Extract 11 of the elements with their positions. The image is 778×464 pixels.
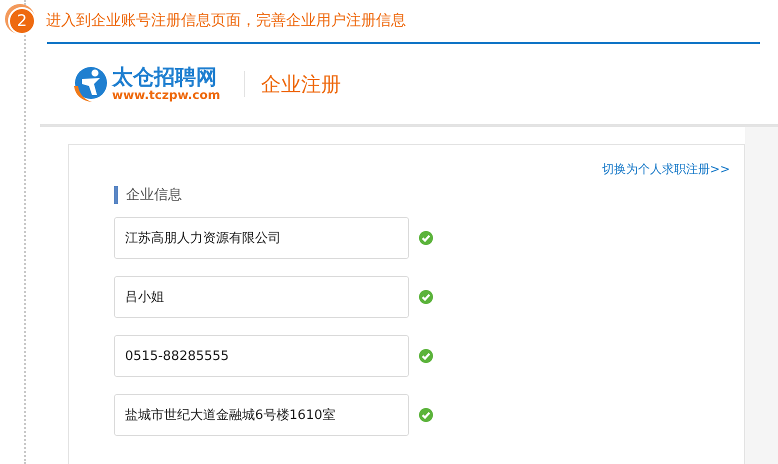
input-field[interactable]: 吕小姐 xyxy=(114,276,409,318)
input-field[interactable]: 江苏高朋人力资源有限公司 xyxy=(114,217,409,259)
logo-url: www.tczpw.com xyxy=(112,89,220,102)
logo-name: 太仓招聘网 xyxy=(112,66,218,90)
step-title: 进入到企业账号注册信息页面，完善企业用户注册信息 xyxy=(46,11,406,30)
input-field[interactable]: 0515-88285555 xyxy=(114,335,409,377)
step-number-badge: 2 xyxy=(10,8,34,33)
page-title: 企业注册 xyxy=(261,70,342,98)
input-field[interactable]: 盐城市世纪大道金融城6号楼1610室 xyxy=(114,394,409,436)
switch-registration-link[interactable]: 切换为个人求职注册>> xyxy=(602,161,730,179)
section-title: 企业信息 xyxy=(126,186,182,204)
